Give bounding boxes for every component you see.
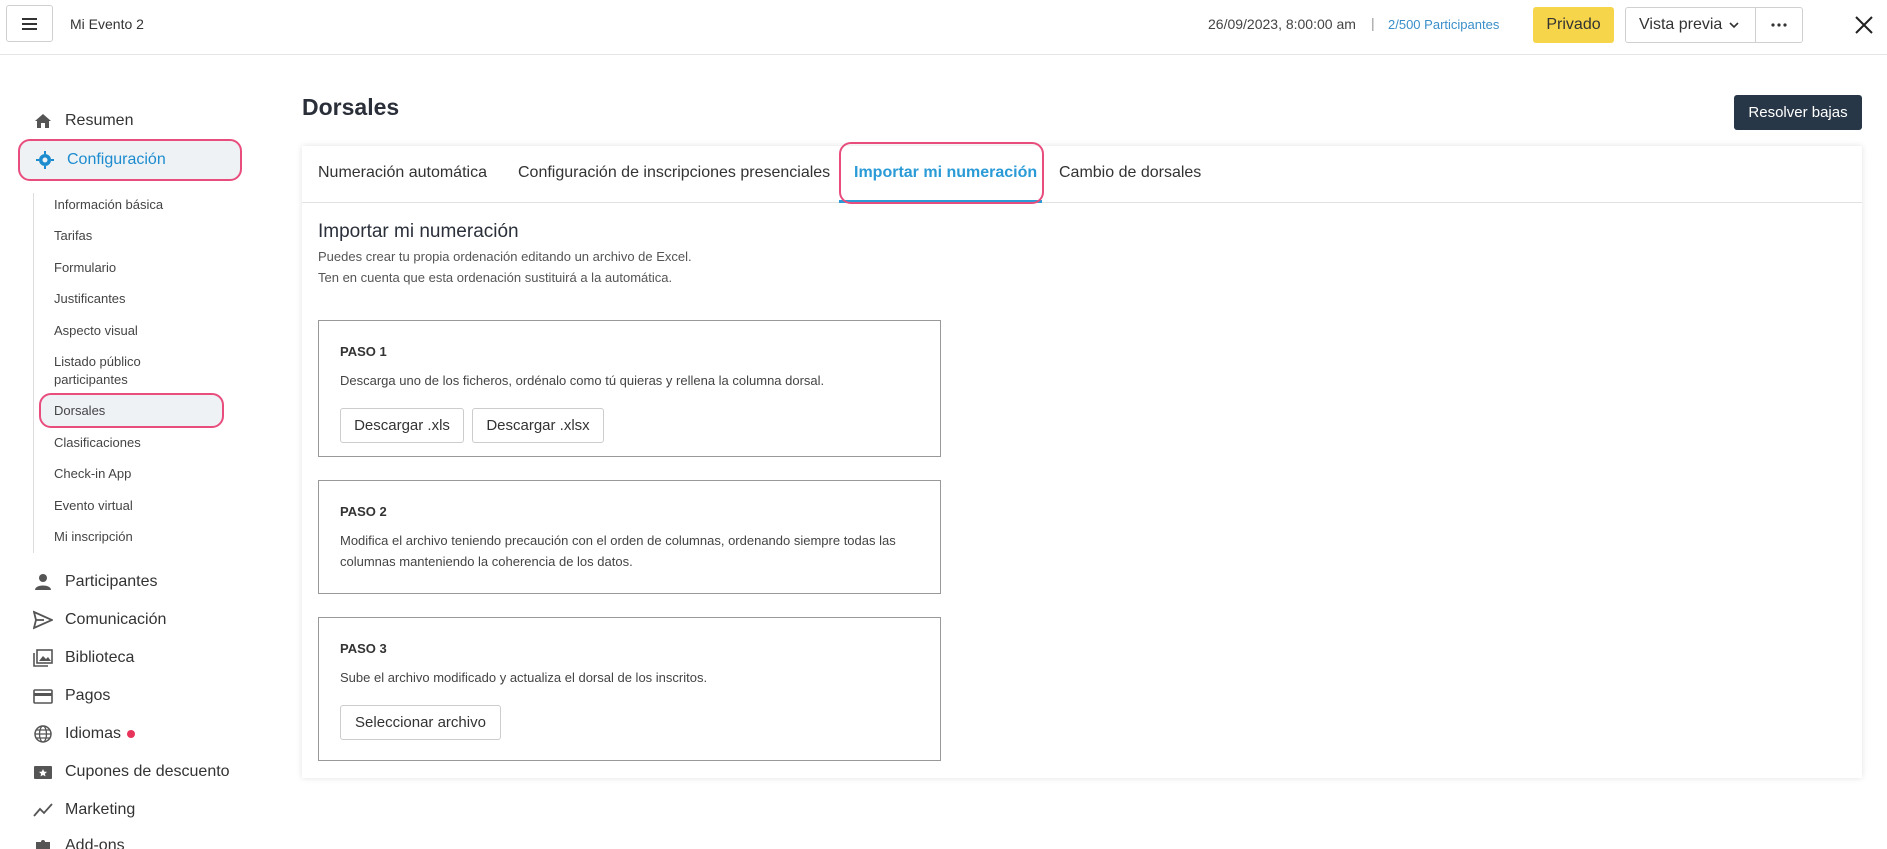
- active-tab-highlight: [839, 142, 1044, 204]
- page-title: Dorsales: [302, 94, 400, 120]
- sidebar-item-biblioteca[interactable]: Biblioteca: [33, 648, 134, 668]
- sidebar-item-label: Marketing: [65, 801, 136, 818]
- notification-dot: [127, 730, 136, 738]
- separator: |: [1371, 15, 1375, 31]
- sidebar-item-comunicacion[interactable]: Comunicación: [33, 610, 166, 630]
- subnav-item-listado-publico-line2[interactable]: participantes: [54, 372, 128, 387]
- preview-button[interactable]: Vista previa: [1625, 7, 1756, 43]
- sidebar-item-pagos[interactable]: Pagos: [33, 686, 110, 706]
- participants-total: /500: [1395, 17, 1421, 32]
- step-text: Modifica el archivo teniendo precaución …: [340, 533, 896, 548]
- subnav-item-clasificaciones[interactable]: Clasificaciones: [54, 435, 141, 450]
- subnav-item-informacion-basica[interactable]: Información básica: [54, 197, 163, 212]
- subnav-item-mi-inscripcion[interactable]: Mi inscripción: [54, 529, 133, 544]
- send-icon: [33, 610, 53, 630]
- subnav-item-formulario[interactable]: Formulario: [54, 260, 116, 275]
- section-description-note: Ten en cuenta que esta ordenación sustit…: [318, 270, 673, 285]
- participants-link[interactable]: 2/500 Participantes: [1388, 17, 1499, 32]
- resolve-bajas-button[interactable]: Resolver bajas: [1734, 95, 1862, 130]
- menu-icon[interactable]: [6, 5, 53, 42]
- sidebar-item-participantes[interactable]: Participantes: [33, 572, 158, 592]
- sidebar-item-idiomas[interactable]: Idiomas: [33, 724, 136, 744]
- image-library-icon: [33, 649, 53, 667]
- sidebar-item-marketing[interactable]: Marketing: [33, 800, 135, 820]
- sidebar-item-label: Comunicación: [65, 611, 167, 628]
- tab-cambio-dorsales[interactable]: Cambio de dorsales: [1059, 164, 1201, 182]
- section-description: Puedes crear tu propia ordenación editan…: [318, 249, 692, 264]
- subnav-divider: [33, 193, 34, 553]
- sidebar-item-label: Biblioteca: [65, 649, 135, 666]
- step-text-line2: columnas manteniendo la coherencia de lo…: [340, 554, 633, 569]
- step-title: PASO 2: [340, 504, 387, 519]
- select-file-button[interactable]: Seleccionar archivo: [340, 705, 501, 740]
- step-title: PASO 3: [340, 641, 387, 656]
- home-icon: [35, 114, 51, 128]
- sidebar-item-label: Idiomas: [65, 725, 122, 742]
- download-xls-button[interactable]: Descargar .xls: [340, 408, 464, 443]
- trending-icon: [33, 803, 53, 817]
- download-xlsx-button[interactable]: Descargar .xlsx: [472, 408, 604, 443]
- chevron-down-icon: [1729, 22, 1739, 29]
- step-title: PASO 1: [340, 344, 387, 359]
- tab-numeracion-automatica[interactable]: Numeración automática: [318, 164, 487, 182]
- subnav-item-evento-virtual[interactable]: Evento virtual: [54, 498, 133, 513]
- sidebar-item-cupones[interactable]: Cupones de descuento: [33, 762, 230, 782]
- step-card-3: PASO 3 Sube el archivo modificado y actu…: [318, 617, 941, 761]
- gear-icon: [36, 151, 54, 169]
- step-card-2: PASO 2 Modifica el archivo teniendo prec…: [318, 480, 941, 594]
- event-datetime: 26/09/2023, 8:00:00 am: [1208, 16, 1356, 32]
- content-panel: Numeración automática Configuración de i…: [302, 142, 1862, 778]
- step-text: Sube el archivo modificado y actualiza e…: [340, 670, 708, 685]
- sidebar-item-label: Cupones de descuento: [65, 763, 230, 780]
- globe-icon: [34, 725, 52, 743]
- coupon-icon: [34, 766, 52, 779]
- sidebar-item-label: Configuración: [67, 151, 166, 168]
- sidebar-item-label: Resumen: [65, 112, 134, 129]
- subnav-item-aspecto-visual[interactable]: Aspecto visual: [54, 323, 138, 338]
- sidebar-item-configuracion-label[interactable]: Configuración: [35, 150, 166, 170]
- sidebar-item-label: Add-ons: [65, 837, 125, 849]
- close-icon[interactable]: [1852, 13, 1876, 37]
- subnav-item-check-in-app[interactable]: Check-in App: [54, 466, 131, 481]
- top-bar: Mi Evento 2 26/09/2023, 8:00:00 am | 2/5…: [0, 0, 1887, 55]
- person-icon: [35, 574, 51, 590]
- privacy-button[interactable]: Privado: [1533, 7, 1614, 43]
- subnav-item-listado-publico[interactable]: Listado público: [54, 354, 141, 369]
- puzzle-icon: [36, 840, 50, 849]
- sidebar-item-label: Participantes: [65, 573, 158, 590]
- tab-inscripciones-presenciales[interactable]: Configuración de inscripciones presencia…: [518, 164, 830, 182]
- sidebar-item-resumen[interactable]: Resumen: [33, 111, 133, 131]
- subnav-item-dorsales[interactable]: Dorsales: [54, 403, 105, 418]
- step-text: Descarga uno de los ficheros, ordénalo c…: [340, 373, 825, 388]
- more-icon[interactable]: [1755, 7, 1803, 43]
- participants-label: Participantes: [1424, 17, 1500, 32]
- subnav-item-justificantes[interactable]: Justificantes: [54, 291, 126, 306]
- tab-bar: Numeración automática Configuración de i…: [302, 142, 1862, 204]
- sidebar-item-label: Pagos: [65, 687, 111, 704]
- preview-label: Vista previa: [1639, 16, 1723, 33]
- sidebar-item-addons[interactable]: Add-ons: [33, 836, 125, 849]
- app-title: Mi Evento 2: [70, 16, 144, 32]
- subnav-item-tarifas[interactable]: Tarifas: [54, 228, 92, 243]
- credit-card-icon: [33, 689, 53, 704]
- step-card-1: PASO 1 Descarga uno de los ficheros, ord…: [318, 320, 941, 457]
- section-title: Importar mi numeración: [318, 221, 519, 242]
